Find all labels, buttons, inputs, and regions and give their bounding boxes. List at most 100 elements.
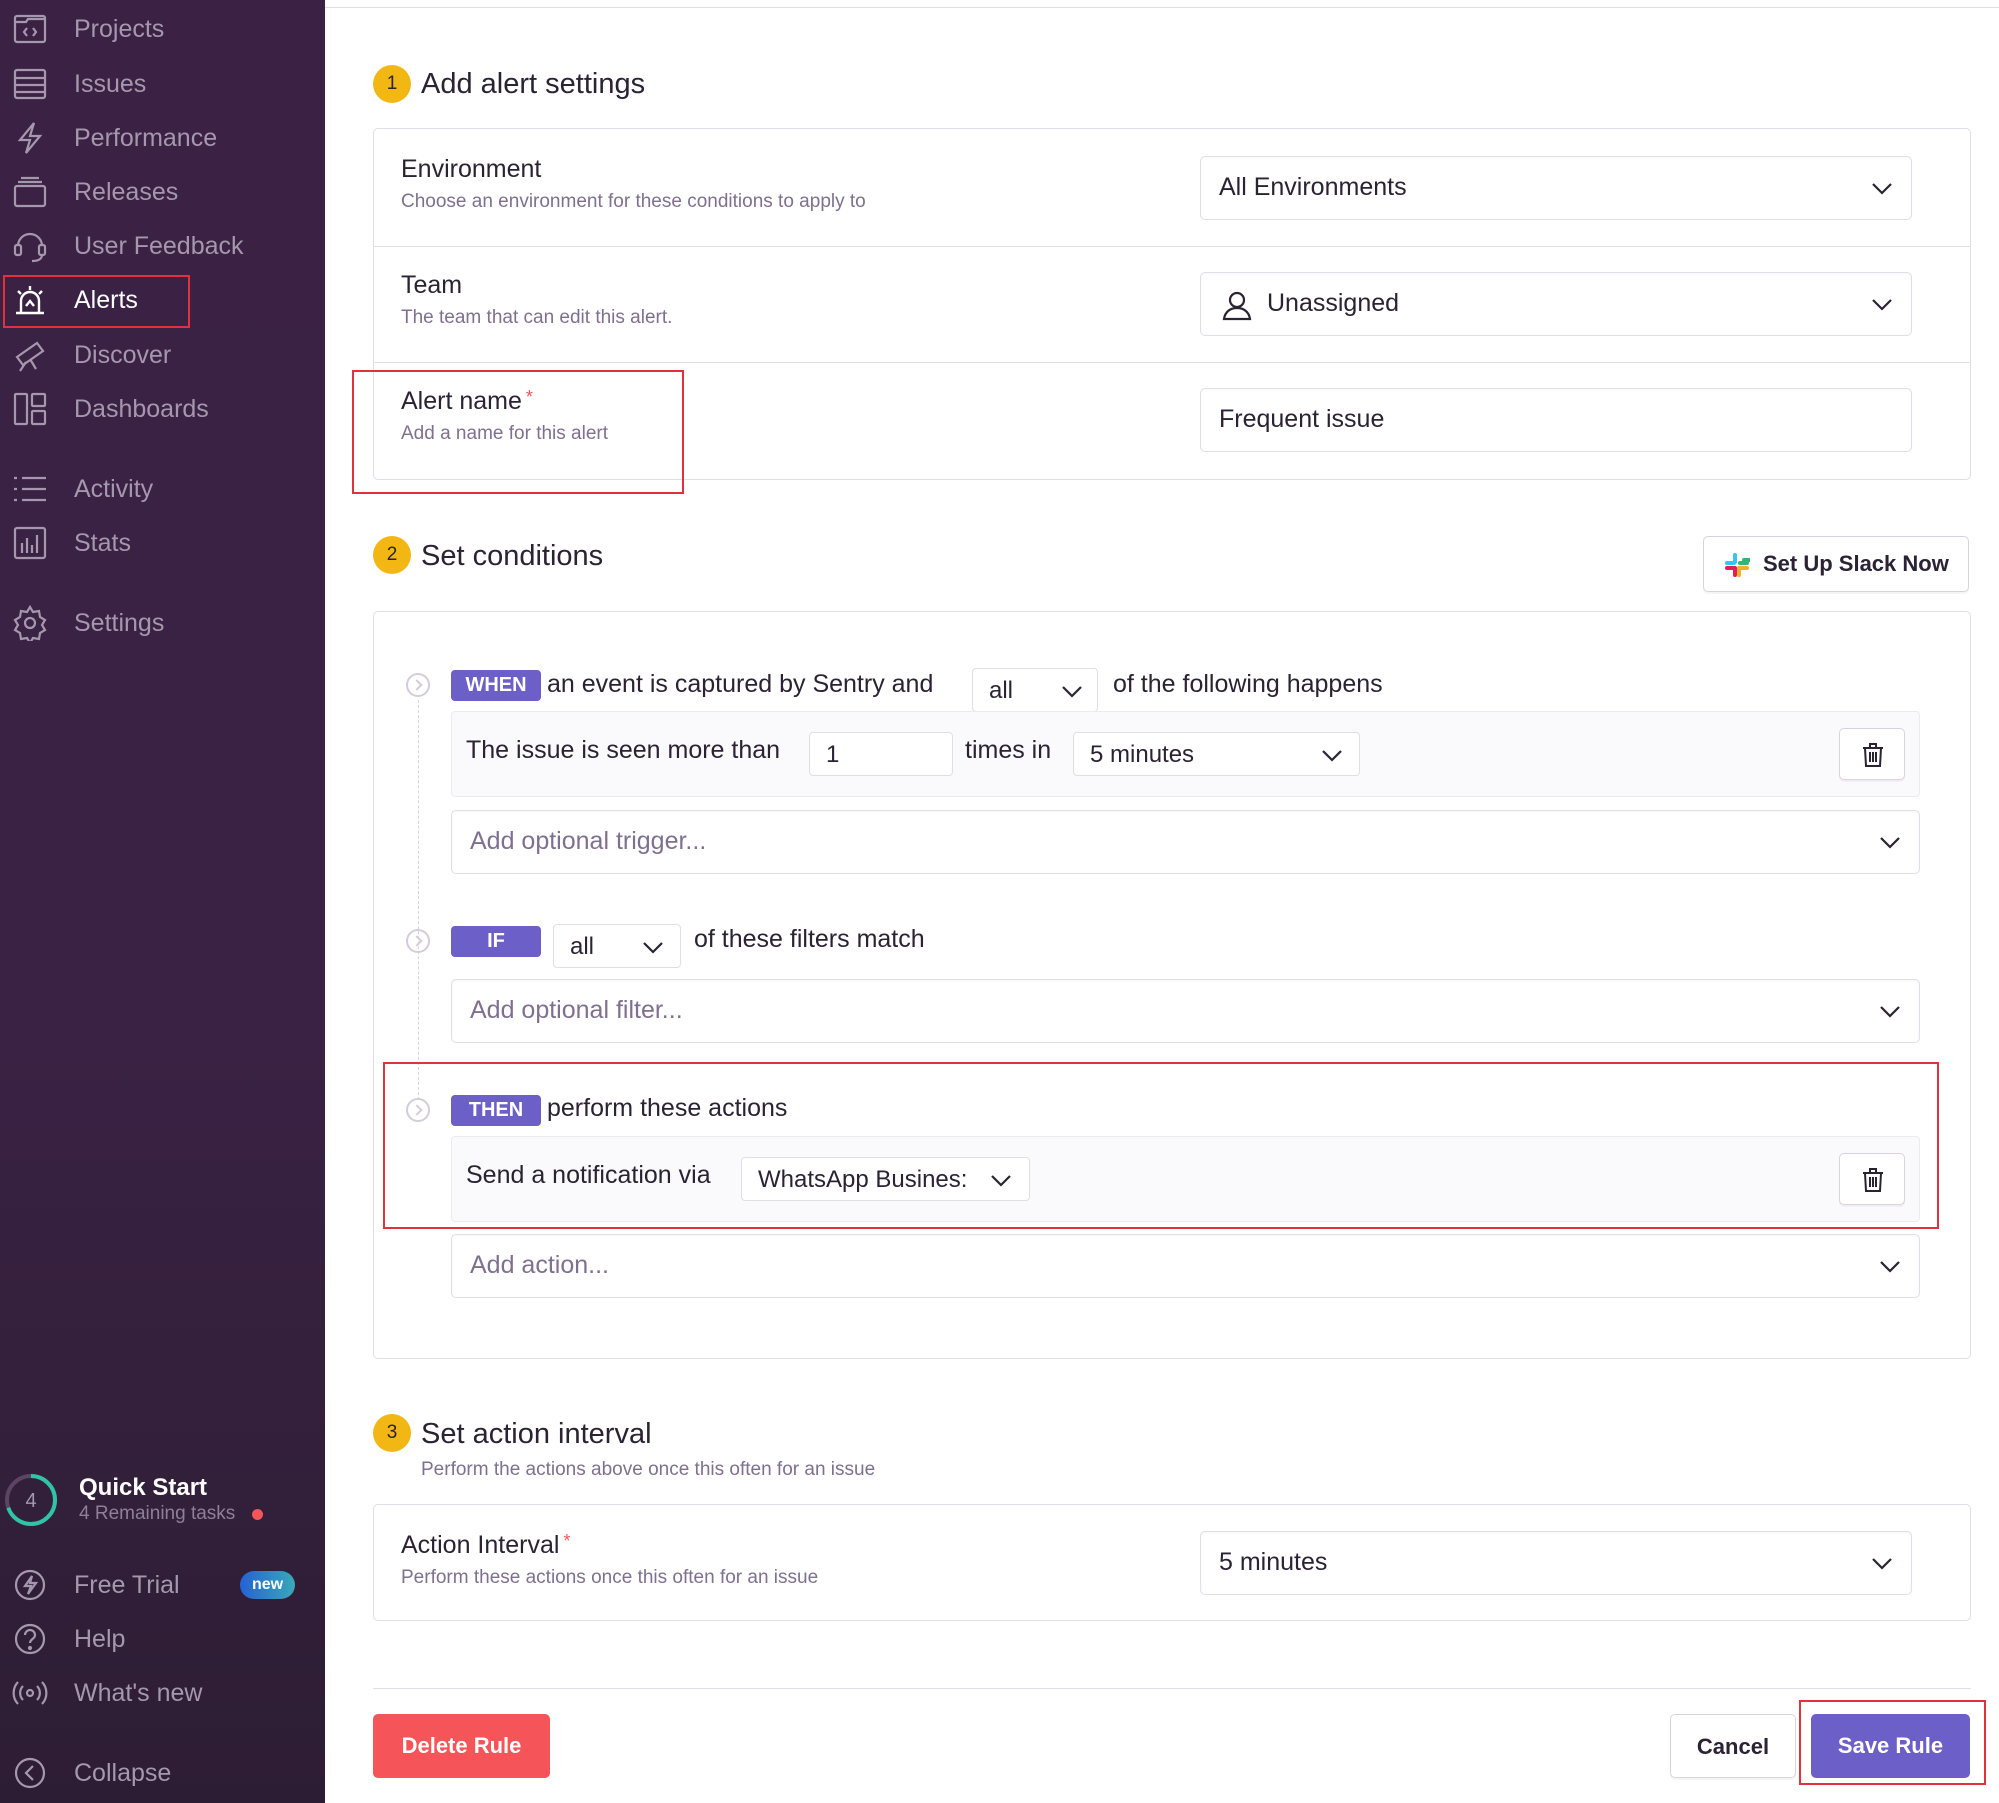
section-title: Set conditions bbox=[421, 540, 604, 572]
count-value: 1 bbox=[826, 741, 840, 768]
condition-text-mid: times in bbox=[965, 736, 1052, 764]
chevron-down-icon bbox=[990, 1174, 1012, 1188]
sidebar-item-label: Dashboards bbox=[74, 395, 209, 423]
add-action-placeholder: Add action... bbox=[470, 1251, 609, 1279]
add-filter-placeholder: Add optional filter... bbox=[470, 996, 683, 1024]
trigger-condition-row: The issue is seen more than 1 times in 5… bbox=[451, 711, 1920, 797]
siren-icon bbox=[12, 282, 48, 318]
alert-name-label: Alert name * bbox=[401, 387, 533, 415]
interval-select[interactable]: 5 minutes bbox=[1073, 732, 1360, 776]
sidebar-item-label: Discover bbox=[74, 341, 172, 369]
sidebar-item-label: User Feedback bbox=[74, 232, 244, 260]
required-asterisk: * bbox=[563, 1531, 571, 1551]
timeline-line bbox=[418, 700, 419, 1100]
add-action-select[interactable]: Add action... bbox=[451, 1234, 1920, 1298]
slack-icon bbox=[1725, 553, 1750, 577]
sidebar-item-alerts[interactable]: Alerts bbox=[0, 273, 325, 327]
step-number: 2 bbox=[373, 536, 411, 574]
section-title: Add alert settings bbox=[421, 68, 646, 100]
question-icon bbox=[12, 1621, 48, 1657]
alert-name-input[interactable]: Frequent issue bbox=[1200, 388, 1912, 452]
sidebar-item-issues[interactable]: Issues bbox=[0, 57, 325, 111]
sidebar-item-label: Issues bbox=[74, 70, 147, 98]
when-pill: WHEN bbox=[451, 670, 541, 701]
trash-icon bbox=[1863, 1168, 1883, 1192]
releases-icon bbox=[12, 174, 48, 210]
when-match-value: all bbox=[989, 677, 1014, 704]
team-select[interactable]: Unassigned bbox=[1200, 272, 1912, 336]
sidebar-item-label: Stats bbox=[74, 529, 131, 557]
action-text: Send a notification via bbox=[466, 1161, 711, 1189]
progress-ring-icon: 4 bbox=[5, 1474, 57, 1526]
chevron-down-icon bbox=[1879, 836, 1901, 850]
section-subtitle: Perform the actions above once this ofte… bbox=[421, 1459, 876, 1480]
sidebar-item-label: Free Trial bbox=[74, 1571, 180, 1599]
sidebar-item-label: What's new bbox=[74, 1679, 203, 1707]
chevron-down-icon bbox=[1879, 1005, 1901, 1019]
then-text: perform these actions bbox=[547, 1094, 788, 1122]
sidebar-item-performance[interactable]: Performance bbox=[0, 111, 325, 165]
alert-settings-panel: Environment Choose an environment for th… bbox=[373, 128, 1971, 480]
delete-action-button[interactable] bbox=[1839, 1153, 1905, 1205]
chevron-down-icon bbox=[642, 941, 664, 955]
sidebar-item-releases[interactable]: Releases bbox=[0, 165, 325, 219]
gear-icon bbox=[12, 604, 48, 646]
save-rule-button[interactable]: Save Rule bbox=[1811, 1714, 1970, 1778]
quick-start-subtitle: 4 Remaining tasks bbox=[79, 1503, 236, 1524]
step-marker-icon bbox=[406, 929, 430, 953]
condition-text: The issue is seen more than bbox=[466, 736, 781, 764]
sidebar-item-label: Alerts bbox=[74, 286, 138, 314]
bar-chart-icon bbox=[12, 525, 48, 561]
sidebar-item-dashboards[interactable]: Dashboards bbox=[0, 382, 325, 436]
integration-value: WhatsApp Busines: bbox=[758, 1166, 968, 1193]
projects-icon bbox=[12, 11, 48, 47]
integration-select[interactable]: WhatsApp Busines: bbox=[741, 1157, 1030, 1201]
action-interval-help: Perform these actions once this often fo… bbox=[401, 1567, 819, 1588]
broadcast-icon bbox=[12, 1675, 48, 1711]
delete-rule-button[interactable]: Delete Rule bbox=[373, 1714, 550, 1778]
sidebar-item-stats[interactable]: Stats bbox=[0, 516, 325, 570]
when-match-select[interactable]: all bbox=[972, 668, 1098, 712]
section-title: Set action interval bbox=[421, 1418, 652, 1450]
lightning-icon bbox=[12, 1567, 48, 1603]
when-text: an event is captured by Sentry and bbox=[547, 670, 934, 698]
add-filter-select[interactable]: Add optional filter... bbox=[451, 979, 1920, 1043]
action-row: Send a notification via WhatsApp Busines… bbox=[451, 1136, 1920, 1222]
add-trigger-placeholder: Add optional trigger... bbox=[470, 827, 707, 855]
step-number: 3 bbox=[373, 1414, 411, 1452]
chevron-down-icon bbox=[1871, 298, 1893, 312]
sidebar-item-projects[interactable]: Projects bbox=[0, 2, 325, 56]
team-help: The team that can edit this alert. bbox=[401, 307, 673, 328]
sidebar-item-label: Projects bbox=[74, 15, 165, 43]
delete-condition-button[interactable] bbox=[1839, 728, 1905, 780]
team-label: Team bbox=[401, 271, 463, 299]
slack-button-label: Set Up Slack Now bbox=[1763, 551, 1949, 576]
action-interval-value: 5 minutes bbox=[1219, 1548, 1328, 1576]
if-pill: IF bbox=[451, 926, 541, 957]
count-input[interactable]: 1 bbox=[809, 732, 953, 776]
chevron-down-icon bbox=[1321, 749, 1343, 763]
new-badge: new bbox=[240, 1571, 296, 1599]
notification-dot bbox=[252, 1509, 263, 1520]
trash-icon bbox=[1863, 743, 1883, 767]
sidebar-item-label: Activity bbox=[74, 475, 154, 503]
action-interval-select[interactable]: 5 minutes bbox=[1200, 1531, 1912, 1595]
sidebar: Projects Issues Performance Releases Use… bbox=[0, 0, 325, 1803]
if-text-after: of these filters match bbox=[694, 925, 925, 953]
environment-select[interactable]: All Environments bbox=[1200, 156, 1912, 220]
user-feedback-icon bbox=[12, 228, 48, 264]
sidebar-item-settings[interactable]: Settings bbox=[0, 596, 325, 650]
sidebar-item-user-feedback[interactable]: User Feedback bbox=[0, 219, 325, 273]
add-trigger-select[interactable]: Add optional trigger... bbox=[451, 810, 1920, 874]
sidebar-item-discover[interactable]: Discover bbox=[0, 328, 325, 382]
setup-slack-button[interactable]: Set Up Slack Now bbox=[1703, 536, 1969, 592]
sidebar-item-activity[interactable]: Activity bbox=[0, 462, 325, 516]
list-icon bbox=[12, 471, 48, 507]
performance-icon bbox=[12, 120, 48, 156]
sidebar-item-collapse[interactable]: Collapse bbox=[0, 1746, 325, 1800]
sidebar-item-whats-new[interactable]: What's new bbox=[0, 1666, 325, 1720]
row-divider bbox=[374, 246, 1970, 247]
sidebar-item-help[interactable]: Help bbox=[0, 1612, 325, 1666]
if-match-select[interactable]: all bbox=[553, 924, 681, 968]
cancel-button[interactable]: Cancel bbox=[1670, 1714, 1796, 1778]
